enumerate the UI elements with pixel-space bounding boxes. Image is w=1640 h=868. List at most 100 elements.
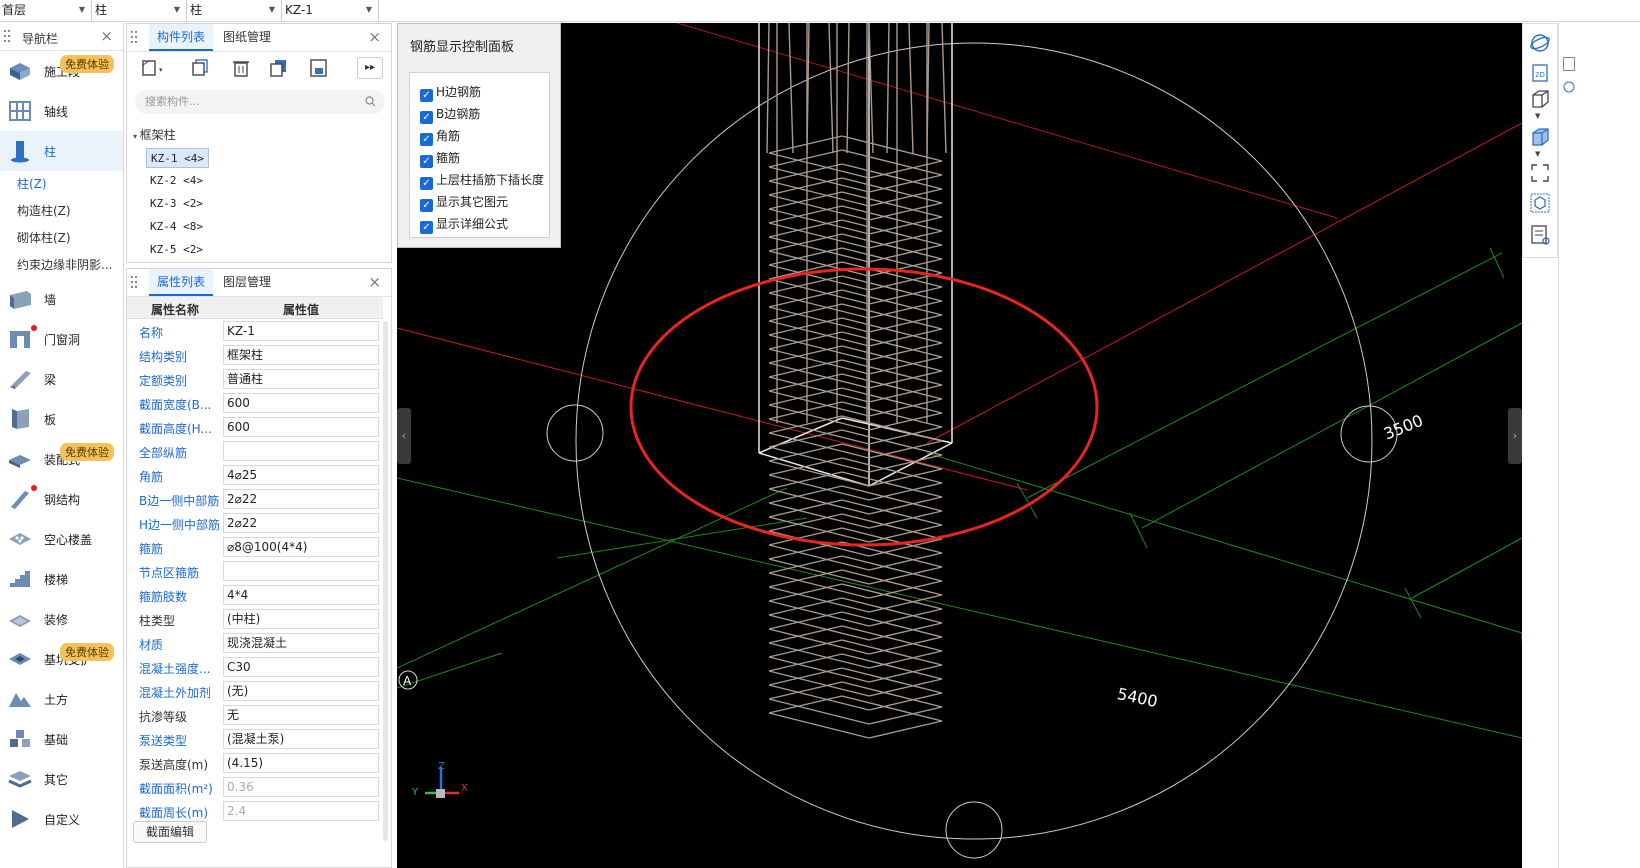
nav-item-stairs[interactable]: 楼梯 <box>0 559 123 599</box>
property-value[interactable]: (中柱) <box>223 609 379 629</box>
checkbox-h-rebar[interactable]: ✓ H边钢筋 <box>420 83 481 102</box>
nav-item-foundation-pit[interactable]: 基坑支护 免费体验 <box>0 639 123 679</box>
tab-component-list[interactable]: 构件列表 <box>149 24 214 51</box>
close-icon[interactable]: × <box>100 27 113 45</box>
fit-view-icon[interactable] <box>1529 162 1551 184</box>
property-scrollbar[interactable] <box>383 321 388 841</box>
nav-item-slab[interactable]: 板 <box>0 399 123 439</box>
tab-drawing-management[interactable]: 图纸管理 <box>215 24 279 51</box>
property-value[interactable]: (4.15) <box>223 753 379 773</box>
close-icon[interactable]: × <box>368 28 381 46</box>
chevron-down-icon[interactable]: ▼ <box>1535 112 1540 120</box>
panel-toggle-icon[interactable] <box>1563 57 1575 71</box>
nav-item-steel-structure[interactable]: 钢结构 <box>0 479 123 519</box>
nav-item-foundation[interactable]: 基础 <box>0 719 123 759</box>
property-value[interactable]: (混凝土泵) <box>223 729 379 749</box>
property-value[interactable]: (无) <box>223 681 379 701</box>
component-search-input[interactable]: 搜索构件... <box>135 90 385 114</box>
property-value[interactable] <box>223 441 379 461</box>
checkbox-corner-rebar[interactable]: ✓ 角筋 <box>420 127 460 146</box>
type-select[interactable]: 柱 ▼ <box>188 0 282 21</box>
tree-item-kz5[interactable]: KZ-5 <2> <box>146 240 207 260</box>
property-row: 截面面积(m²) 0.36 <box>127 775 383 799</box>
drag-handle-icon[interactable] <box>131 31 137 43</box>
sub-item-column[interactable]: 柱(Z) <box>0 171 123 198</box>
view-3d-box-icon[interactable] <box>1529 88 1551 110</box>
nav-item-hollow-floor[interactable]: 空心楼盖 <box>0 519 123 559</box>
nav-item-construction-section[interactable]: 施工段 免费体验 <box>0 51 123 91</box>
nav-item-door-window[interactable]: 门窗洞 <box>0 319 123 359</box>
red-axis-line <box>926 122 1522 444</box>
property-value[interactable]: KZ-1 <box>223 321 379 341</box>
property-value[interactable]: C30 <box>223 657 379 677</box>
property-value[interactable] <box>223 561 379 581</box>
property-value[interactable]: 600 <box>223 393 379 413</box>
tree-item-kz2[interactable]: KZ-2 <4> <box>146 171 207 191</box>
property-value[interactable]: 2⌀22 <box>223 513 379 533</box>
close-icon[interactable]: × <box>368 273 381 291</box>
prefab-icon <box>9 455 31 468</box>
more-tools-button[interactable]: ▸▸ <box>357 57 383 79</box>
nav-item-label: 门窗洞 <box>44 333 81 347</box>
property-value[interactable]: 框架柱 <box>223 345 379 365</box>
save-template-icon[interactable] <box>307 57 331 79</box>
sub-item-masonry-column[interactable]: 砌体柱(Z) <box>0 225 123 252</box>
checkbox-show-formula[interactable]: ✓ 显示详细公式 <box>420 215 508 234</box>
property-value[interactable]: 600 <box>223 417 379 437</box>
collapse-right-tab[interactable]: › <box>1508 408 1522 464</box>
sub-item-constructional-column[interactable]: 构造柱(Z) <box>0 198 123 225</box>
property-value[interactable]: 无 <box>223 705 379 725</box>
tab-layer-management[interactable]: 图层管理 <box>215 269 279 296</box>
new-component-icon[interactable]: ▾ <box>139 57 163 79</box>
nav-item-earthwork[interactable]: 土方 <box>0 679 123 719</box>
property-value[interactable]: 现浇混凝土 <box>223 633 379 653</box>
drag-handle-icon[interactable] <box>131 276 137 288</box>
tab-property-list[interactable]: 属性列表 <box>149 269 214 296</box>
nav-item-other[interactable]: 其它 <box>0 759 123 799</box>
component-select[interactable]: KZ-1 ▼ <box>283 0 379 21</box>
drag-handle-icon[interactable] <box>4 30 10 42</box>
collapse-left-tab[interactable]: ‹ <box>397 408 411 464</box>
nav-item-axis[interactable]: 轴线 <box>0 91 123 131</box>
section-edit-button[interactable]: 截面编辑 <box>133 821 208 843</box>
solid-box-icon[interactable] <box>1529 126 1551 148</box>
copy-component-icon[interactable] <box>189 57 213 79</box>
nav-item-wall[interactable]: 墙 <box>0 279 123 319</box>
axis-gizmo[interactable]: Z X Y <box>411 761 468 798</box>
svg-text:▾: ▾ <box>159 66 163 74</box>
tree-item-kz3[interactable]: KZ-3 <2> <box>146 194 207 214</box>
info-icon[interactable] <box>1563 81 1575 93</box>
gizmo-z-label: Z <box>438 761 445 772</box>
property-name: B边一侧中部筋 <box>139 494 219 508</box>
floor-select[interactable]: 首层 ▼ <box>0 0 92 21</box>
tree-item-kz4[interactable]: KZ-4 <8> <box>146 217 207 237</box>
sub-item-boundary-column[interactable]: 约束边缘非阴影... <box>0 252 123 279</box>
property-value[interactable]: 2⌀22 <box>223 489 379 509</box>
checkbox-b-rebar[interactable]: ✓ B边钢筋 <box>420 105 480 124</box>
report-icon[interactable] <box>1529 224 1551 246</box>
nav-item-prefab[interactable]: 装配式 免费体验 <box>0 439 123 479</box>
3d-viewport[interactable]: 3500 5400 A 1 Z X Y ‹ › <box>397 23 1522 868</box>
category-select[interactable]: 柱 ▼ <box>93 0 187 21</box>
property-value[interactable]: 4*4 <box>223 585 379 605</box>
column-header-value: 属性值 <box>283 303 320 317</box>
property-name: 泵送类型 <box>139 734 188 748</box>
checkbox-stirrup[interactable]: ✓ 箍筋 <box>420 149 460 168</box>
property-value[interactable]: ⌀8@100(4*4) <box>223 537 379 557</box>
tree-group-frame-column[interactable]: ▾ 框架柱 <box>133 126 176 143</box>
nav-item-custom[interactable]: 自定义 <box>0 799 123 839</box>
nav-item-column[interactable]: 柱 <box>0 131 123 171</box>
checkbox-dowel-length[interactable]: ✓ 上层柱插筋下插长度 <box>420 171 544 190</box>
cube-view-icon[interactable] <box>1529 192 1551 214</box>
checkbox-show-other-elements[interactable]: ✓ 显示其它图元 <box>420 193 508 212</box>
delete-icon[interactable] <box>229 57 253 79</box>
nav-item-beam[interactable]: 梁 <box>0 359 123 399</box>
property-value[interactable]: 普通柱 <box>223 369 379 389</box>
view-2d-icon[interactable]: 2D <box>1529 62 1551 84</box>
duplicate-floor-icon[interactable] <box>267 57 291 79</box>
tree-item-kz1[interactable]: KZ-1 <4> <box>146 148 209 168</box>
property-value[interactable]: 4⌀25 <box>223 465 379 485</box>
nav-item-decoration[interactable]: 装修 <box>0 599 123 639</box>
chevron-down-icon[interactable]: ▼ <box>1535 150 1540 158</box>
orbit-icon[interactable] <box>1529 32 1551 54</box>
